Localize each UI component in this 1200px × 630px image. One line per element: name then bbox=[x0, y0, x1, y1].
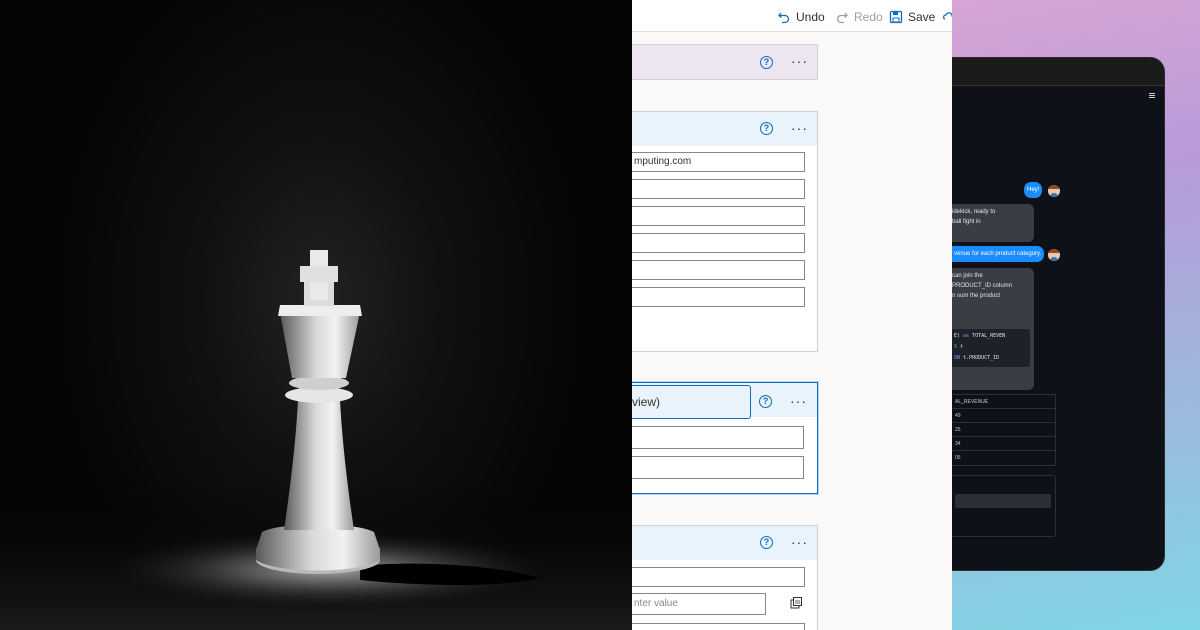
save-icon bbox=[889, 10, 903, 24]
text-field[interactable] bbox=[632, 260, 805, 280]
save-button[interactable]: Save bbox=[889, 8, 935, 26]
details-section-header: ? ··· bbox=[632, 112, 817, 146]
save-label: Save bbox=[908, 10, 936, 24]
code-line: ON t.PRODUCT_ID bbox=[954, 355, 1000, 361]
tablet-chat-screenshot: Hey! idekick, ready to ball fight in ven… bbox=[952, 0, 1200, 630]
code-line: S t bbox=[954, 344, 964, 350]
assistant-line: idekick, ready to bbox=[952, 209, 996, 215]
user-message: venue for each product category. bbox=[952, 246, 1044, 262]
chess-king-illustration bbox=[0, 250, 632, 630]
hamburger-menu-icon[interactable] bbox=[1149, 93, 1155, 98]
more-options-icon[interactable]: ··· bbox=[791, 54, 808, 68]
chat-input-box[interactable] bbox=[952, 475, 1056, 537]
form-designer-screenshot: Undo Redo Save ? ··· ? ··· mputing.com v… bbox=[632, 0, 952, 630]
help-icon[interactable]: ? bbox=[760, 536, 773, 549]
user-avatar-icon bbox=[1048, 249, 1060, 261]
user-message: Hey! bbox=[1024, 182, 1042, 198]
email-field[interactable]: mputing.com bbox=[632, 152, 805, 172]
enter-value-field[interactable]: nter value bbox=[632, 593, 766, 615]
results-table: AL_REVENUE 49 25 34 05 bbox=[952, 394, 1056, 466]
redo-icon bbox=[836, 12, 848, 24]
table-row: 25 bbox=[952, 423, 1055, 437]
redo-label: Redo bbox=[854, 10, 883, 24]
text-field[interactable] bbox=[632, 233, 805, 253]
sql-code-block: E) as TOTAL_REVEN S t ON t.PRODUCT_ID bbox=[952, 329, 1030, 367]
section-title-input[interactable]: view) bbox=[632, 385, 751, 419]
help-icon[interactable]: ? bbox=[760, 122, 773, 135]
undo-button[interactable]: Undo bbox=[777, 8, 825, 26]
more-options-icon[interactable]: ··· bbox=[791, 121, 808, 135]
table-row: 34 bbox=[952, 437, 1055, 451]
tablet-device: Hey! idekick, ready to ball fight in ven… bbox=[952, 58, 1164, 570]
preview-section-selected[interactable]: view) ? ··· bbox=[632, 382, 818, 494]
redo-button[interactable]: Redo bbox=[835, 8, 883, 26]
assistant-message: idekick, ready to ball fight in bbox=[952, 204, 1034, 242]
preview-section-header: view) ? ··· bbox=[632, 383, 817, 419]
overflow-command[interactable] bbox=[942, 8, 952, 26]
code-line: E) as TOTAL_REVEN bbox=[954, 333, 1006, 339]
assistant-line: ball fight in bbox=[952, 219, 981, 225]
more-options-icon[interactable]: ··· bbox=[791, 535, 808, 549]
publish-icon bbox=[943, 12, 952, 20]
assistant-line: n sum the product bbox=[952, 293, 1001, 299]
command-bar: Undo Redo Save bbox=[632, 0, 952, 32]
text-field[interactable] bbox=[632, 426, 804, 449]
undo-icon bbox=[778, 12, 790, 24]
more-options-icon[interactable]: ··· bbox=[790, 394, 807, 408]
chat-input-field[interactable] bbox=[955, 494, 1051, 508]
assistant-line: PRODUCT_ID column bbox=[952, 283, 1013, 289]
text-field[interactable] bbox=[632, 287, 805, 307]
assistant-line: can join the bbox=[952, 273, 983, 279]
chess-king-photo bbox=[0, 0, 632, 630]
bottom-section-header: ? ··· bbox=[632, 526, 817, 560]
text-field[interactable] bbox=[632, 206, 805, 226]
help-icon[interactable]: ? bbox=[759, 395, 772, 408]
tablet-top-bar bbox=[952, 58, 1164, 86]
text-field[interactable] bbox=[632, 567, 805, 587]
lookup-icon[interactable] bbox=[789, 596, 803, 610]
bottom-section[interactable]: ? ··· nter value bbox=[632, 525, 818, 630]
undo-label: Undo bbox=[796, 10, 825, 24]
help-icon[interactable]: ? bbox=[760, 56, 773, 69]
details-section[interactable]: ? ··· mputing.com bbox=[632, 111, 818, 352]
table-row: 49 bbox=[952, 409, 1055, 423]
table-row: 05 bbox=[955, 455, 961, 461]
user-avatar-icon bbox=[1048, 185, 1060, 197]
table-header: AL_REVENUE bbox=[952, 395, 1055, 409]
header-section[interactable]: ? ··· bbox=[632, 44, 818, 80]
text-field[interactable] bbox=[632, 623, 805, 630]
text-field[interactable] bbox=[632, 456, 804, 479]
text-field[interactable] bbox=[632, 179, 805, 199]
